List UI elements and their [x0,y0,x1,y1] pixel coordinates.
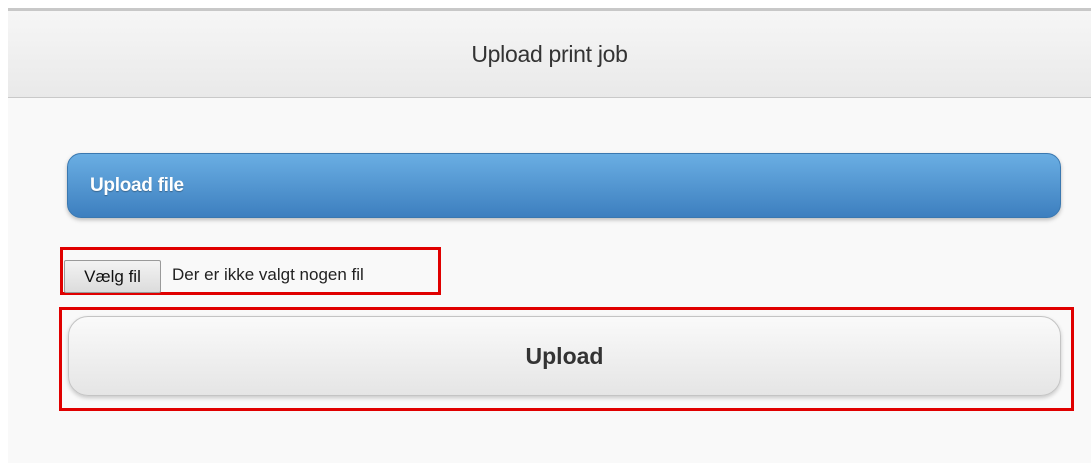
page-header: Upload print job [8,11,1091,98]
upload-file-section-header: Upload file [67,153,1061,218]
file-status-text: Der er ikke valgt nogen fil [172,265,364,284]
page-title: Upload print job [471,40,628,67]
choose-file-button[interactable]: Vælg fil [64,260,161,293]
section-title: Upload file [90,174,184,196]
upload-button[interactable]: Upload [68,316,1061,396]
